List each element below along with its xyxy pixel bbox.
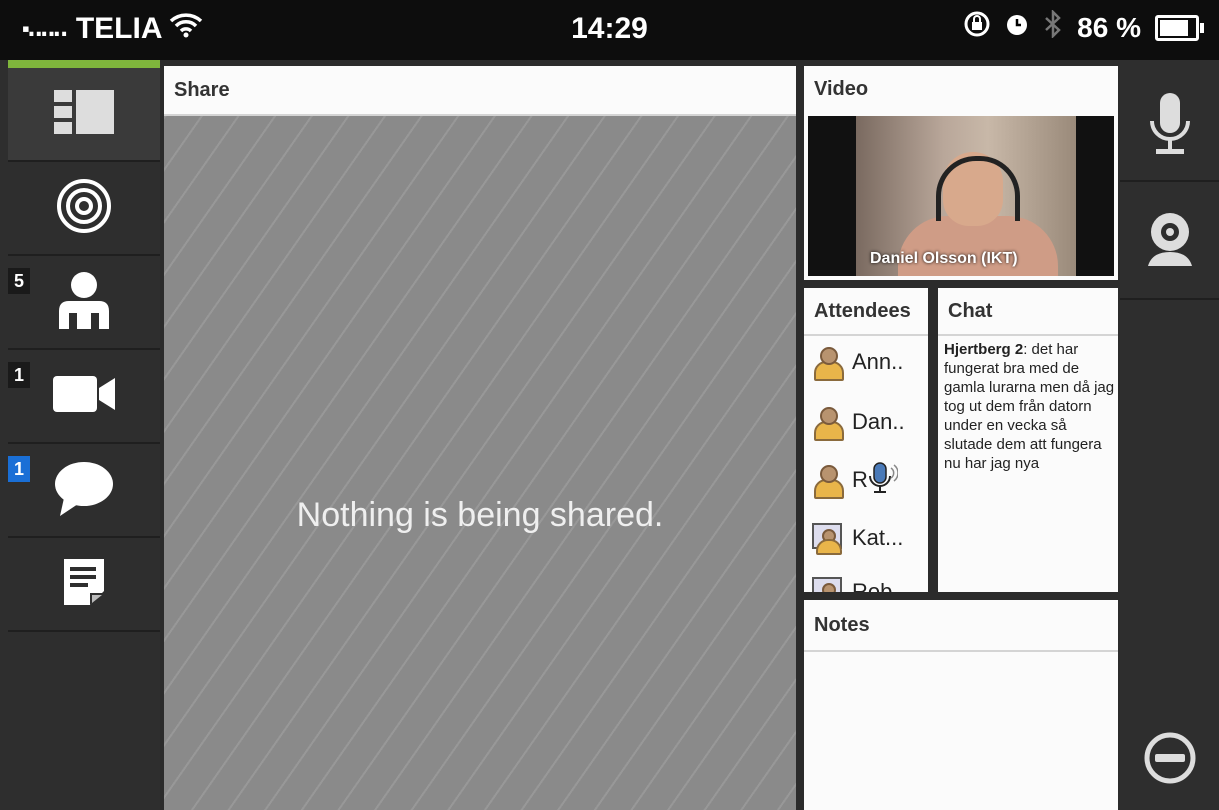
- bluetooth-icon: [1043, 8, 1063, 45]
- broadcast-icon: [56, 178, 112, 239]
- person-icon: [55, 271, 113, 334]
- attendee-item[interactable]: Dan..: [812, 400, 905, 444]
- chat-sender: Hjertberg 2: [944, 341, 1024, 358]
- attendee-item[interactable]: Kat...: [812, 516, 903, 560]
- left-sidebar: 5 1 1: [0, 60, 160, 810]
- leave-meeting-button[interactable]: [1120, 710, 1219, 810]
- attendee-item[interactable]: Rob: [812, 570, 892, 592]
- video-participant-name: Daniel Olsson (IKT): [870, 250, 1018, 267]
- attendees-count-badge: 5: [8, 268, 30, 294]
- sidebar-item-video[interactable]: 1: [8, 350, 160, 444]
- attendee-item[interactable]: Ann..: [812, 340, 903, 384]
- notes-panel[interactable]: Notes: [804, 600, 1118, 810]
- attendees-panel: Attendees Ann.. Dan.. R Kat... Rob: [804, 288, 928, 592]
- sidebar-item-notes[interactable]: [8, 538, 160, 632]
- presenter-icon: [812, 405, 844, 441]
- share-content-area: Nothing is being shared.: [164, 116, 796, 810]
- microphone-icon: [1148, 92, 1192, 162]
- right-controls: [1120, 60, 1219, 810]
- active-indicator: [8, 60, 160, 68]
- video-count-badge: 1: [8, 362, 30, 388]
- attendees-panel-title: Attendees: [804, 288, 928, 336]
- chat-panel-title: Chat: [938, 288, 1118, 336]
- video-feed[interactable]: Daniel Olsson (IKT): [808, 116, 1114, 276]
- notes-icon: [64, 558, 104, 610]
- attendee-name: Kat...: [852, 525, 904, 550]
- carrier-signal: ▪‥‥‥ TELIA: [22, 12, 203, 46]
- attendee-name: Ann..: [852, 349, 904, 374]
- sidebar-item-broadcast[interactable]: [8, 162, 160, 256]
- minus-circle-icon: [1143, 731, 1197, 790]
- presenter-icon: [812, 463, 844, 499]
- share-panel-title: Share: [164, 66, 796, 116]
- sidebar-item-attendees[interactable]: 5: [8, 256, 160, 350]
- battery-percentage: 86 %: [1077, 11, 1141, 43]
- video-camera-icon: [53, 374, 115, 419]
- video-panel-title: Video: [804, 66, 1118, 112]
- layout-icon: [54, 89, 114, 139]
- computer-user-icon: [812, 521, 842, 555]
- sidebar-item-chat[interactable]: 1: [8, 444, 160, 538]
- webcam-button[interactable]: [1120, 182, 1219, 298]
- battery-icon: [1155, 14, 1204, 41]
- sidebar-item-layout[interactable]: [8, 68, 160, 162]
- attendee-item[interactable]: R: [812, 458, 899, 502]
- microphone-button[interactable]: [1120, 74, 1219, 180]
- carrier-name: TELIA: [75, 12, 163, 45]
- video-panel: Video Daniel Olsson (IKT): [804, 66, 1118, 280]
- chat-unread-badge: 1: [8, 456, 30, 482]
- webcam-icon: [1142, 210, 1198, 271]
- signal-strength-icon: ▪‥‥‥: [22, 16, 68, 41]
- rotation-lock-icon: [963, 10, 991, 45]
- chat-message-text: : det har fungerat bra med de gamla lura…: [944, 341, 1115, 472]
- attendee-name: Dan..: [852, 409, 905, 434]
- chat-message: Hjertberg 2: det har fungerat bra med de…: [944, 340, 1116, 473]
- notes-panel-title: Notes: [804, 600, 1118, 652]
- wifi-icon: [169, 12, 203, 46]
- chat-panel: Chat Hjertberg 2: det har fungerat bra m…: [938, 288, 1118, 592]
- share-panel: Share Nothing is being shared.: [164, 66, 796, 810]
- computer-user-icon: [812, 575, 842, 592]
- share-empty-message: Nothing is being shared.: [296, 496, 664, 534]
- presenter-icon: [812, 345, 844, 381]
- status-icons: 86 %: [963, 8, 1204, 45]
- chat-bubble-icon: [54, 460, 114, 521]
- speaking-microphone-icon: [864, 460, 899, 500]
- status-bar: ▪‥‥‥ TELIA 14:29 86 %: [0, 0, 1219, 60]
- alarm-clock-icon: [1005, 12, 1029, 44]
- attendee-name: Rob: [852, 579, 893, 592]
